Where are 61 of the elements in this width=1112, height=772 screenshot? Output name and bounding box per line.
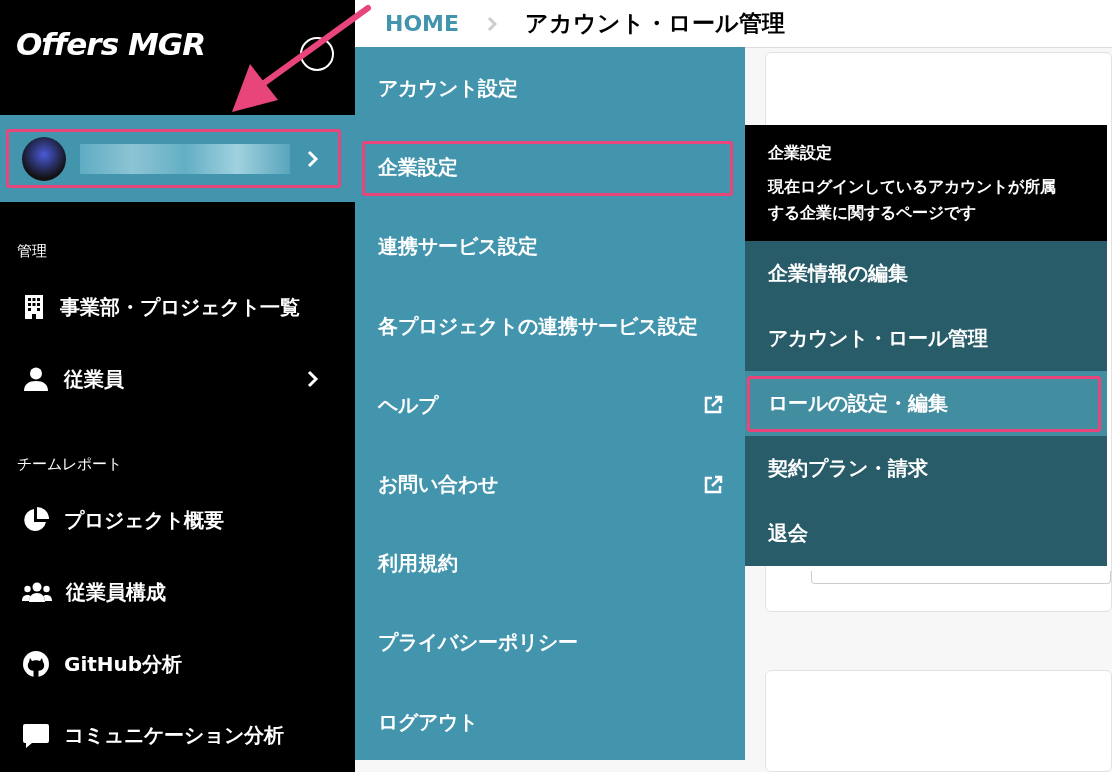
menu-item-label: 各プロジェクトの連携サービス設定 (378, 312, 698, 340)
external-link-icon (703, 474, 723, 495)
external-link-icon (703, 395, 723, 416)
submenu-item-label: アカウント・ロール管理 (768, 325, 988, 353)
sidebar-item[interactable]: GitHub分析 (0, 628, 355, 700)
sidebar-item[interactable]: 従業員構成 (0, 556, 355, 628)
circle-outline-icon[interactable] (299, 36, 335, 72)
sidebar-item-label: プロジェクト概要 (64, 506, 224, 534)
submenu-item[interactable]: 契約プラン・請求 (745, 436, 1107, 502)
menu-item[interactable]: アカウント設定 (355, 49, 745, 129)
user-account-row[interactable] (0, 115, 355, 203)
menu-item[interactable]: ヘルプ (355, 365, 745, 445)
sidebar-item[interactable]: 事業部・プロジェクト一覧 (0, 271, 355, 344)
building-icon (22, 294, 46, 321)
menu-item-label: ログアウト (378, 708, 478, 736)
menu-item-label: 企業設定 (378, 154, 458, 182)
section-label: チームレポート (16, 454, 123, 476)
app-logo: Offers MGR (16, 26, 206, 62)
menu-item[interactable]: 連携サービス設定 (355, 207, 745, 287)
submenu-title: 企業設定 (768, 143, 833, 164)
sidebar-item[interactable]: 従業員 (0, 343, 355, 416)
sidebar-item[interactable]: コミュニケーション分析 (0, 700, 355, 772)
speech-bubble-icon (22, 722, 50, 749)
chevron-right-icon (487, 15, 498, 32)
menu-item-label: ヘルプ (378, 391, 438, 419)
menu-item-label: アカウント設定 (378, 75, 518, 103)
sidebar-item-label: 従業員 (64, 365, 124, 393)
sidebar-item[interactable]: プロジェクト概要 (0, 484, 355, 557)
menu-item-label: プライバシーポリシー (378, 629, 578, 657)
chevron-right-icon (307, 149, 319, 168)
chevron-right-icon (307, 370, 319, 389)
breadcrumb-current: アカウント・ロール管理 (525, 9, 786, 38)
submenu-item[interactable]: 企業情報の編集 (745, 241, 1107, 307)
menu-item[interactable]: 企業設定 (355, 128, 745, 208)
submenu-item[interactable]: アカウント・ロール管理 (745, 306, 1107, 372)
sidebar-item-label: コミュニケーション分析 (64, 722, 284, 750)
person-icon (22, 367, 50, 392)
sidebar-item-label: 従業員構成 (66, 578, 166, 606)
menu-item-label: お問い合わせ (378, 471, 498, 499)
submenu-item-label: 契約プラン・請求 (768, 455, 928, 483)
input-field[interactable] (811, 571, 1111, 584)
cat-logo-icon (22, 650, 50, 678)
menu-item[interactable]: プライバシーポリシー (355, 603, 745, 683)
submenu-description: 現在ログインしているアカウントが所属する企業に関するページです (768, 176, 1057, 224)
menu-item[interactable]: ログアウト (355, 682, 745, 762)
submenu-item[interactable]: ロールの設定・編集 (745, 371, 1107, 437)
submenu-item[interactable]: 退会 (745, 501, 1107, 567)
submenu-item-label: 企業情報の編集 (768, 260, 908, 288)
avatar (22, 136, 66, 181)
menu-item-label: 連携サービス設定 (378, 233, 538, 261)
sidebar-item-label: GitHub分析 (64, 650, 183, 678)
submenu-item-label: ロールの設定・編集 (768, 390, 948, 418)
menu-item[interactable]: お問い合わせ (355, 444, 745, 525)
menu-item-label: 利用規約 (378, 550, 458, 578)
breadcrumb-home-link[interactable]: HOME (385, 11, 460, 36)
people-group-icon (22, 582, 52, 603)
sidebar-item-label: 事業部・プロジェクト一覧 (60, 293, 300, 321)
section-label: 管理 (16, 241, 48, 263)
menu-item[interactable]: 各プロジェクトの連携サービス設定 (355, 286, 745, 366)
menu-item[interactable]: 利用規約 (355, 524, 745, 604)
submenu-item-label: 退会 (768, 520, 808, 548)
